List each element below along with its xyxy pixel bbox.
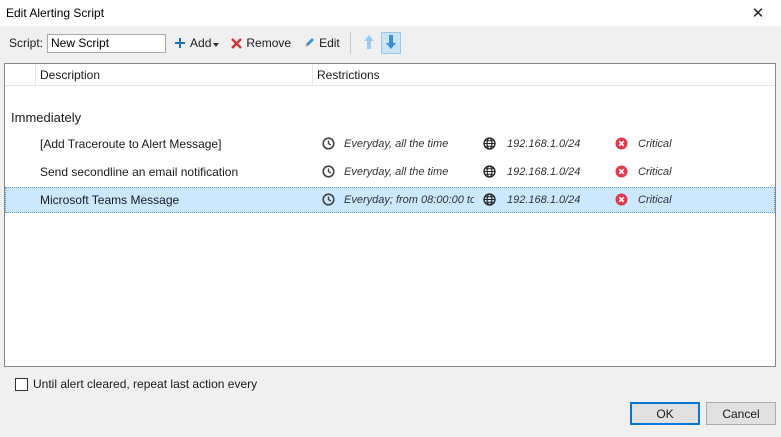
globe-icon bbox=[483, 137, 496, 153]
move-up-button[interactable] bbox=[359, 32, 379, 54]
move-down-button[interactable] bbox=[380, 32, 401, 54]
row-time-restriction: Everyday, all the time bbox=[344, 138, 449, 150]
window-title: Edit Alerting Script bbox=[6, 6, 105, 20]
row-severity: Critical bbox=[638, 194, 672, 206]
table-row[interactable]: [Add Traceroute to Alert Message] Everyd… bbox=[5, 131, 775, 157]
row-description: Microsoft Teams Message bbox=[40, 193, 180, 207]
edit-label: Edit bbox=[319, 36, 340, 50]
table-row[interactable]: Send secondline an email notification Ev… bbox=[5, 159, 775, 185]
arrow-down-icon bbox=[385, 34, 396, 52]
row-time-restriction: Everyday; from 08:00:00 to 1 bbox=[344, 194, 474, 206]
toolbar-separator bbox=[349, 32, 351, 54]
close-icon: ✕ bbox=[751, 5, 765, 22]
remove-button[interactable]: Remove bbox=[227, 32, 295, 54]
row-ip-restriction: 192.168.1.0/24 bbox=[507, 138, 581, 150]
repeat-label[interactable]: Until alert cleared, repeat last action … bbox=[33, 377, 257, 391]
row-description: Send secondline an email notification bbox=[40, 165, 239, 179]
arrow-up-icon bbox=[363, 34, 374, 52]
add-button[interactable]: Add bbox=[170, 32, 223, 54]
header-restrictions[interactable]: Restrictions bbox=[313, 64, 775, 86]
group-label-immediately: Immediately bbox=[11, 110, 82, 125]
row-description: [Add Traceroute to Alert Message] bbox=[40, 137, 222, 151]
ok-button[interactable]: OK bbox=[630, 402, 700, 425]
header-description[interactable]: Description bbox=[36, 64, 313, 86]
globe-icon bbox=[483, 193, 496, 209]
plus-icon bbox=[174, 37, 186, 49]
toolbar: Script: Add Remove Edit bbox=[0, 29, 781, 57]
cancel-button[interactable]: Cancel bbox=[706, 402, 776, 425]
clock-icon bbox=[322, 193, 335, 209]
repeat-option: Until alert cleared, repeat last action … bbox=[15, 377, 257, 391]
clock-icon bbox=[322, 165, 335, 181]
globe-icon bbox=[483, 165, 496, 181]
remove-label: Remove bbox=[246, 36, 292, 50]
row-severity: Critical bbox=[638, 166, 672, 178]
x-icon bbox=[231, 37, 243, 49]
critical-icon bbox=[615, 165, 628, 181]
script-name-input[interactable] bbox=[47, 33, 167, 53]
grid-header: Description Restrictions bbox=[5, 64, 775, 86]
add-label: Add bbox=[190, 36, 212, 50]
edit-button[interactable]: Edit bbox=[299, 32, 344, 54]
header-selector-column[interactable] bbox=[5, 64, 36, 86]
pencil-icon bbox=[303, 37, 315, 49]
row-ip-restriction: 192.168.1.0/24 bbox=[507, 166, 581, 178]
clock-icon bbox=[322, 137, 335, 153]
row-time-restriction: Everyday, all the time bbox=[344, 166, 449, 178]
table-row-selected[interactable]: Microsoft Teams Message Everyday; from 0… bbox=[5, 187, 775, 213]
row-ip-restriction: 192.168.1.0/24 bbox=[507, 194, 581, 206]
critical-icon bbox=[615, 193, 628, 209]
script-label: Script: bbox=[9, 36, 44, 50]
repeat-checkbox[interactable] bbox=[15, 377, 28, 391]
close-button[interactable]: ✕ bbox=[735, 0, 781, 26]
action-grid: Description Restrictions Immediately [Ad… bbox=[4, 63, 776, 367]
title-bar: Edit Alerting Script ✕ bbox=[0, 0, 781, 26]
dropdown-caret-icon bbox=[213, 36, 220, 50]
row-severity: Critical bbox=[638, 138, 672, 150]
critical-icon bbox=[615, 137, 628, 153]
